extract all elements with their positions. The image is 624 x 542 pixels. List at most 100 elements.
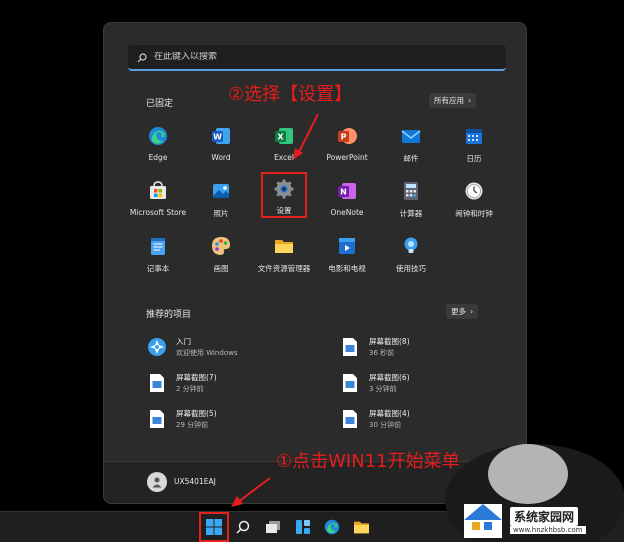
annotation-arrow-settings [293, 113, 319, 160]
start-button[interactable] [199, 512, 229, 542]
edge-icon [147, 125, 169, 147]
paint-icon [210, 235, 232, 257]
app-label: 日历 [466, 154, 482, 163]
svg-text:N: N [340, 188, 347, 197]
app-label: OneNote [330, 208, 364, 217]
mail-icon [400, 125, 422, 147]
app-label: 照片 [213, 209, 229, 218]
more-button[interactable]: 更多 › [446, 304, 479, 319]
image-file-icon [339, 408, 361, 430]
word-icon: W [210, 125, 232, 147]
search-icon [236, 520, 250, 534]
watermark-url: www.hnzkhbsb.com [510, 526, 586, 534]
watermark-name: 系统家园网 [510, 507, 579, 526]
recommended-title: 推荐的项目 [146, 310, 192, 320]
app-label: Edge [148, 153, 168, 162]
app-microsoft-store[interactable]: Microsoft Store [126, 178, 190, 226]
recommended-item[interactable]: 屏幕截图(7) 2 分钟前 [146, 369, 296, 397]
app-label: PowerPoint [326, 153, 368, 162]
get-started-icon [146, 336, 168, 358]
store-icon [147, 180, 169, 202]
item-subtitle: 欢迎使用 Windows [176, 349, 238, 357]
svg-text:W: W [213, 133, 222, 142]
app-word[interactable]: W Word [189, 123, 253, 171]
item-title: 入门 [176, 337, 191, 346]
app-label: 闹钟和时钟 [455, 209, 493, 218]
item-subtitle: 36 秒前 [369, 349, 395, 357]
image-file-icon [339, 336, 361, 358]
recommended-item[interactable]: 屏幕截图(4) 30 分钟前 [339, 405, 489, 433]
app-label: 记事本 [146, 264, 170, 273]
tips-icon [400, 235, 422, 257]
annotation-arrow-start [231, 477, 271, 507]
annotation-step1: ①点击WIN11开始菜单 [276, 451, 460, 472]
app-clock[interactable]: 闹钟和时钟 [442, 178, 506, 226]
recommended-item[interactable]: 屏幕截图(8) 36 秒前 [339, 333, 489, 361]
app-notepad[interactable]: 记事本 [126, 233, 190, 281]
app-label: Word [211, 153, 231, 162]
app-calendar[interactable]: 日历 [442, 123, 506, 171]
item-subtitle: 29 分钟前 [176, 421, 209, 429]
movies-icon [336, 235, 358, 257]
widgets-button[interactable] [292, 516, 314, 538]
app-label: 画图 [213, 264, 229, 273]
item-subtitle: 3 分钟前 [369, 385, 397, 393]
app-onenote[interactable]: N OneNote [315, 178, 379, 226]
all-apps-button[interactable]: 所有应用 › [429, 93, 477, 108]
notepad-icon [147, 235, 169, 257]
all-apps-label: 所有应用 [434, 96, 464, 105]
taskbar-search-button[interactable] [232, 516, 254, 538]
app-label: 设置 [276, 206, 292, 215]
settings-icon [273, 178, 295, 199]
recommended-item[interactable]: 入门 欢迎使用 Windows [146, 333, 296, 361]
svg-text:P: P [341, 133, 347, 142]
user-name[interactable]: UX5401EAJ [174, 477, 216, 486]
search-icon [137, 48, 147, 67]
powerpoint-icon: P [336, 125, 358, 147]
item-title: 屏幕截图(6) [369, 373, 410, 382]
app-label: 文件资源管理器 [257, 264, 311, 273]
app-paint[interactable]: 画图 [189, 233, 253, 281]
photos-icon [210, 180, 232, 202]
image-file-icon [146, 372, 168, 394]
chevron-right-icon: › [468, 96, 472, 105]
app-label: 使用技巧 [396, 264, 426, 273]
desktop: 已固定 所有应用 › Edge W Word X Excel P [0, 0, 624, 542]
app-edge[interactable]: Edge [126, 123, 190, 171]
onenote-icon: N [336, 180, 358, 202]
taskbar-edge-button[interactable] [321, 516, 343, 538]
edge-icon [324, 519, 340, 535]
recommended-item[interactable]: 屏幕截图(5) 29 分钟前 [146, 405, 296, 433]
folder-icon [273, 235, 295, 257]
app-label: 电影和电视 [328, 264, 366, 273]
item-title: 屏幕截图(7) [176, 373, 217, 382]
item-title: 屏幕截图(5) [176, 409, 217, 418]
windows-logo-icon [206, 519, 222, 535]
app-mail[interactable]: 邮件 [379, 123, 443, 171]
calculator-icon [400, 180, 422, 202]
app-tips[interactable]: 使用技巧 [379, 233, 443, 281]
item-subtitle: 30 分钟前 [369, 421, 402, 429]
taskbar-file-explorer-button[interactable] [350, 516, 372, 538]
svg-text:X: X [277, 133, 284, 142]
app-photos[interactable]: 照片 [189, 178, 253, 226]
app-label: 计算器 [399, 209, 423, 218]
app-calculator[interactable]: 计算器 [379, 178, 443, 226]
pinned-title: 已固定 [146, 99, 174, 109]
calendar-icon [463, 125, 485, 147]
app-label: 邮件 [403, 154, 419, 163]
task-view-icon [266, 521, 280, 533]
folder-icon [353, 521, 369, 533]
search-box[interactable] [128, 45, 506, 71]
recommended-item[interactable]: 屏幕截图(6) 3 分钟前 [339, 369, 489, 397]
app-label: Microsoft Store [129, 208, 187, 217]
task-view-button[interactable] [262, 516, 284, 538]
item-title: 屏幕截图(4) [369, 409, 410, 418]
avatar[interactable] [147, 472, 167, 492]
app-movies-tv[interactable]: 电影和电视 [315, 233, 379, 281]
widgets-icon [296, 520, 310, 534]
app-settings[interactable]: 设置 [261, 172, 307, 218]
search-input[interactable] [154, 52, 474, 62]
app-file-explorer[interactable]: 文件资源管理器 [252, 233, 316, 281]
image-file-icon [339, 372, 361, 394]
